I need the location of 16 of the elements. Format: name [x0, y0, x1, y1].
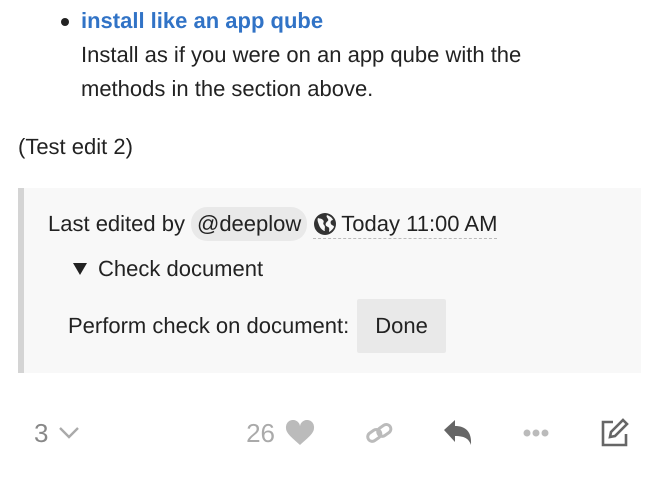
edit-notice-label: Last edited by	[48, 211, 185, 237]
edit-icon[interactable]	[599, 418, 629, 448]
details-summary[interactable]: Check document	[48, 251, 621, 287]
globe-icon	[313, 212, 338, 236]
list-item-description: Install as if you were on an app qube with the methods in the section above.	[81, 41, 522, 103]
bullet-icon	[61, 18, 69, 26]
check-label: Perform check on document:	[68, 313, 350, 339]
user-mention[interactable]: @deeplow	[190, 207, 308, 241]
heart-icon	[285, 420, 315, 446]
paragraph: (Test edit 2)	[18, 133, 134, 161]
replies-button[interactable]: 3	[34, 418, 80, 448]
edit-date[interactable]: Today 11:00 AM	[313, 210, 498, 238]
chevron-down-icon	[58, 426, 80, 440]
done-button[interactable]: Done	[357, 299, 446, 353]
reply-icon[interactable]	[443, 419, 473, 447]
list-item-link[interactable]: install like an app qube	[81, 4, 599, 38]
